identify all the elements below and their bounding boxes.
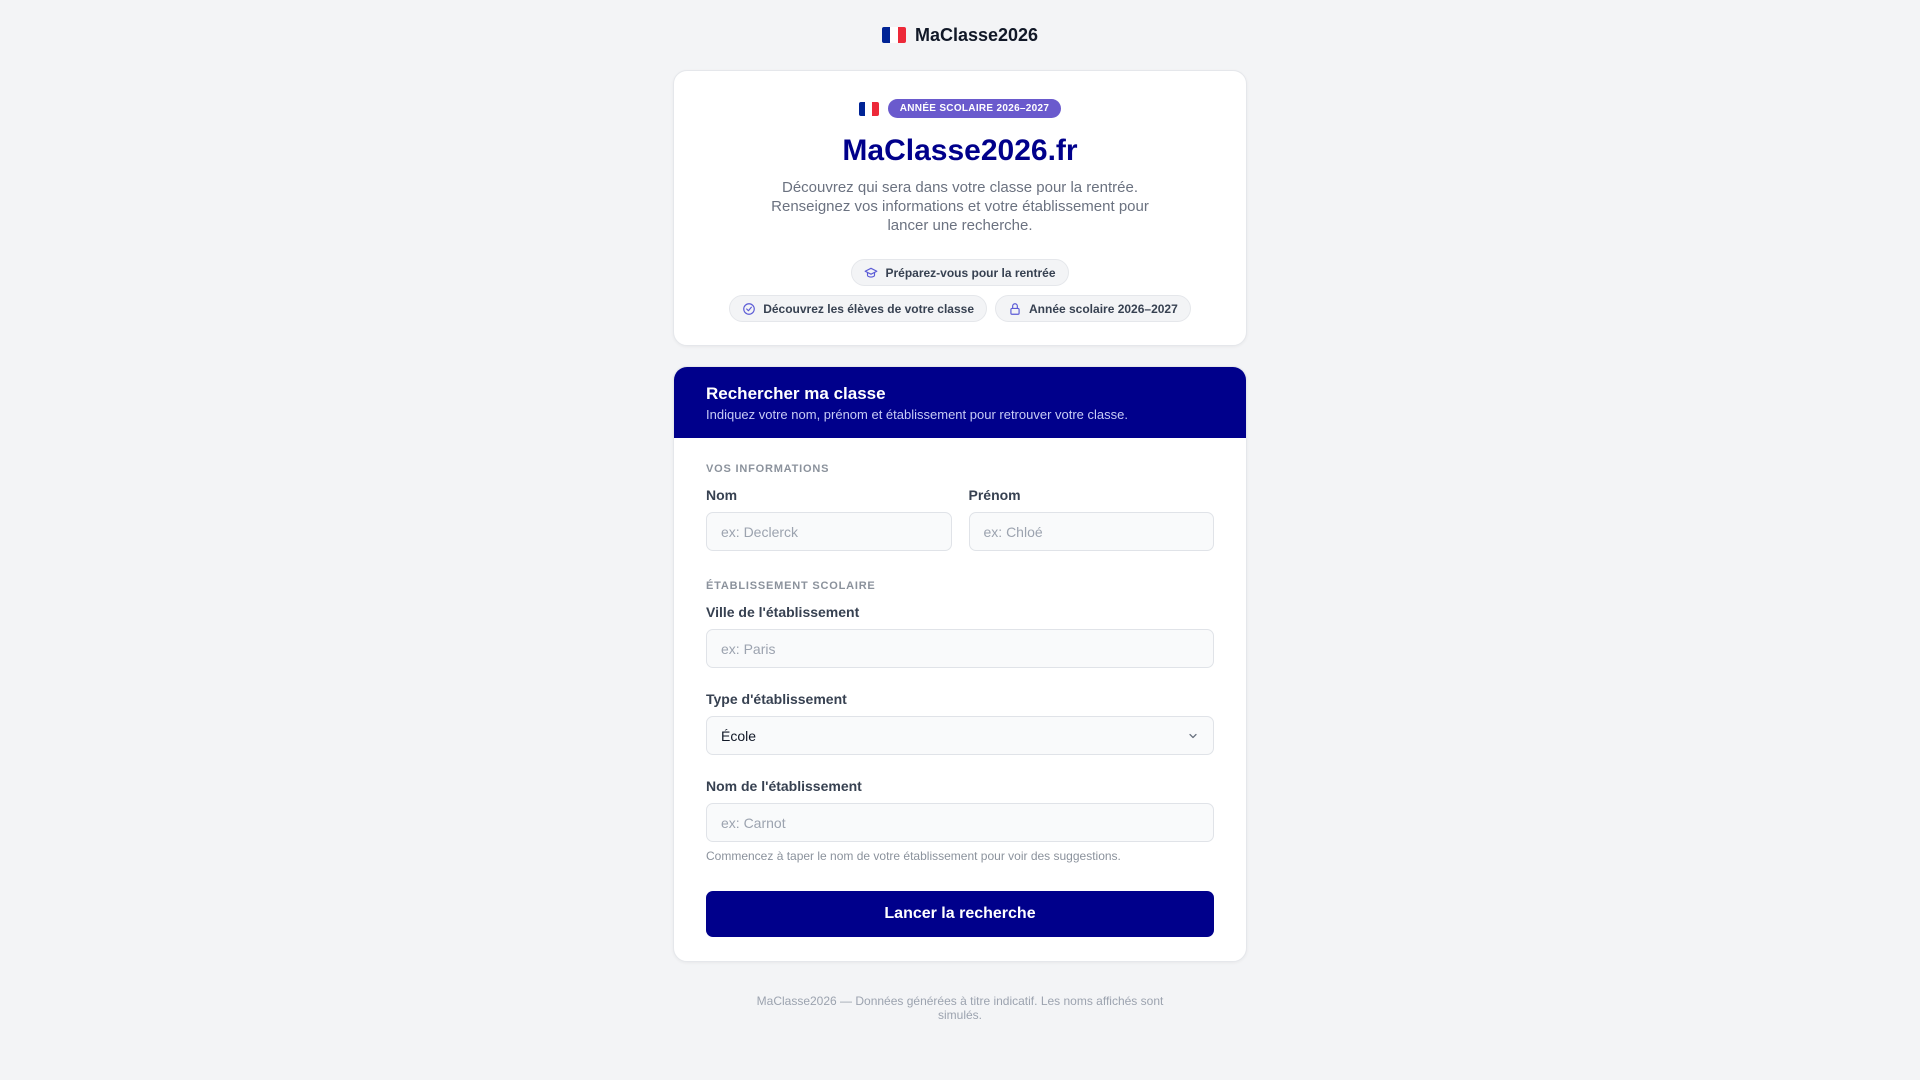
prenom-label: Prénom <box>968 487 1021 503</box>
hero-description: Découvrez qui sera dans votre classe pou… <box>771 179 1149 234</box>
lock-icon <box>1010 302 1020 315</box>
search-card: Rechercher ma classe Indiquez votre nom,… <box>673 366 1247 962</box>
section-title-school: ÉTABLISSEMENT SCOLAIRE <box>706 580 876 592</box>
etablissement-input[interactable] <box>706 803 1214 842</box>
type-select-value: École <box>721 727 757 744</box>
type-select[interactable]: École <box>706 716 1214 755</box>
prenom-field-group: Prénom <box>968 487 1214 551</box>
search-form: VOS INFORMATIONS Nom Prénom ÉTABLISSEMEN… <box>674 438 1246 961</box>
chevron-down-icon <box>1189 733 1197 738</box>
prenom-input[interactable] <box>968 512 1214 551</box>
nom-input[interactable] <box>706 512 952 551</box>
etablissement-label: Nom de l'établissement <box>706 778 862 794</box>
feature-chip: Année scolaire 2026–2027 <box>995 295 1191 322</box>
search-subtitle: Indiquez votre nom, prénom et établissem… <box>706 407 1128 422</box>
nom-label: Nom <box>706 487 738 503</box>
brand-name: MaClasse2026 <box>914 24 1039 45</box>
type-field-group: Type d'établissement École <box>706 691 1214 755</box>
ville-input[interactable] <box>706 629 1214 668</box>
ville-label: Ville de l'établissement <box>706 604 860 620</box>
type-label: Type d'établissement <box>706 691 847 707</box>
search-title: Rechercher ma classe <box>706 384 886 403</box>
feature-chip-label: Préparez-vous pour la rentrée <box>885 265 1056 280</box>
feature-chip-label: Découvrez les élèves de votre classe <box>763 301 974 316</box>
hero-card: ANNÉE SCOLAIRE 2026–2027 MaClasse2026.fr… <box>673 70 1247 346</box>
feature-chip: Préparez-vous pour la rentrée <box>851 259 1069 286</box>
ville-field-group: Ville de l'établissement <box>706 604 1214 668</box>
badge-row: ANNÉE SCOLAIRE 2026–2027 <box>674 99 1246 118</box>
page-title: MaClasse2026.fr <box>842 134 1078 167</box>
footer-note: MaClasse2026 — Données générées à titre … <box>756 994 1164 1022</box>
feature-chips: Préparez-vous pour la rentrée Découvrez … <box>725 259 1195 322</box>
check-circle-icon <box>743 302 756 315</box>
school-year-badge: ANNÉE SCOLAIRE 2026–2027 <box>887 99 1062 118</box>
name-row: Nom Prénom <box>706 487 1214 551</box>
feature-chip: Découvrez les élèves de votre classe <box>729 295 987 322</box>
feature-chip-label: Année scolaire 2026–2027 <box>1029 301 1178 316</box>
etablissement-hint: Commencez à taper le nom de votre établi… <box>706 849 1121 863</box>
main-container: ANNÉE SCOLAIRE 2026–2027 MaClasse2026.fr… <box>673 70 1247 1022</box>
submit-search-button[interactable]: Lancer la recherche <box>706 891 1214 937</box>
etablissement-field-group: Nom de l'établissement Commencez à taper… <box>706 778 1214 863</box>
french-flag-icon <box>858 101 879 116</box>
graduation-cap-icon <box>865 267 878 278</box>
search-header: Rechercher ma classe Indiquez votre nom,… <box>674 367 1246 438</box>
nom-field-group: Nom <box>706 487 952 551</box>
french-flag-icon <box>881 27 906 43</box>
section-title-info: VOS INFORMATIONS <box>706 463 830 475</box>
top-bar: MaClasse2026 <box>0 0 1920 70</box>
